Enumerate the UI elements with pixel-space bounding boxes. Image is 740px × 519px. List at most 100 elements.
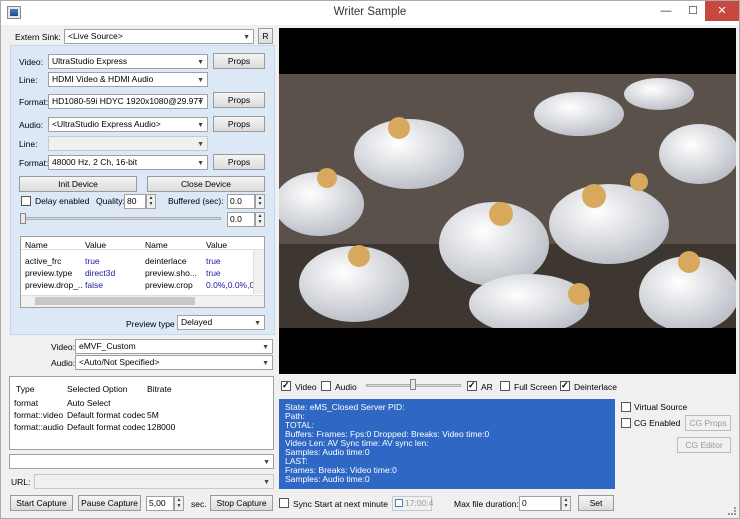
full-screen-label: Full Screen (514, 382, 557, 392)
minimize-button[interactable]: — (653, 1, 679, 21)
table-row[interactable]: preview.crop (145, 280, 203, 290)
extern-sink-value: <Live Source> (68, 31, 123, 41)
extern-sink-combo[interactable]: <Live Source> ▼ (64, 29, 254, 44)
refresh-sink-button[interactable]: R (258, 28, 273, 44)
video-checkbox[interactable] (281, 380, 291, 391)
encoder-audio-combo[interactable]: <Auto/Not Specified> ▼ (75, 355, 273, 370)
audio-checkbox[interactable] (321, 381, 331, 391)
format-combo[interactable]: HD1080-59i HDYC 1920x1080@29.97T ▼ (48, 94, 208, 109)
quality-spinner[interactable]: ▲ ▼ (146, 194, 156, 209)
table-row[interactable]: preview.sho... (145, 268, 203, 278)
preview-type-value: Delayed (181, 317, 213, 327)
title-bar: Writer Sample — ☐ ✕ (1, 1, 739, 25)
grid-header: Name (25, 240, 48, 250)
chevron-down-icon: ▼ (254, 320, 261, 327)
url-combo[interactable]: ▼ (34, 474, 274, 489)
table-row[interactable]: true (206, 268, 254, 278)
table-row[interactable]: true (85, 256, 143, 266)
audio-line-combo[interactable]: ▼ (48, 136, 208, 151)
vertical-scrollbar[interactable] (253, 250, 264, 294)
ar-checkbox[interactable] (467, 380, 477, 391)
table-row[interactable]: 0.0%,0.0%,0... (206, 280, 254, 290)
resize-grip[interactable] (728, 507, 736, 515)
chevron-down-icon: ▼ (263, 479, 270, 486)
chevron-down-icon: ▼ (197, 160, 204, 167)
table-row[interactable]: preview.drop_... (25, 280, 83, 290)
sync-start-label: Sync Start at next minute (293, 499, 388, 509)
options-grid: Type Selected Option Bitrate format Auto… (9, 376, 274, 450)
video-preview[interactable] (279, 28, 736, 374)
close-device-button[interactable]: Close Device (147, 176, 265, 192)
table-row[interactable]: direct3d (85, 268, 143, 278)
audio-props-button[interactable]: Props (213, 116, 265, 132)
table-row[interactable]: true (206, 256, 254, 266)
table-row[interactable]: Default format codec (67, 422, 145, 432)
pause-capture-button[interactable]: Pause Capture (78, 495, 141, 511)
init-device-button[interactable]: Init Device (19, 176, 137, 192)
duration-spinner[interactable]: ▲ ▼ (174, 496, 184, 511)
max-duration-spinner[interactable]: ▲ ▼ (561, 496, 571, 511)
line-combo[interactable]: HDMI Video & HDMI Audio ▼ (48, 72, 208, 87)
table-row[interactable]: active_frc (25, 256, 83, 266)
table-row[interactable]: Auto Select (67, 398, 110, 408)
quality-input[interactable]: 80 (124, 194, 146, 209)
table-row[interactable]: 128000 (147, 422, 175, 432)
status-line: Path: (285, 411, 305, 421)
cg-props-button[interactable]: CG Props (685, 415, 731, 431)
sync-start-checkbox[interactable] (279, 498, 289, 508)
scrollbar-thumb[interactable] (35, 297, 195, 305)
video-device-combo[interactable]: UltraStudio Express ▼ (48, 54, 208, 69)
buffered-spinner[interactable]: ▲ ▼ (255, 194, 265, 209)
encoder-video-combo[interactable]: eMVF_Custom ▼ (75, 339, 273, 354)
table-row[interactable]: Default format codec (67, 410, 145, 420)
start-capture-button[interactable]: Start Capture (10, 495, 73, 511)
close-window-button[interactable]: ✕ (705, 1, 739, 21)
cg-enabled-checkbox[interactable] (621, 418, 631, 428)
video-device-value: UltraStudio Express (52, 56, 128, 66)
cg-editor-button[interactable]: CG Editor (677, 437, 731, 453)
chevron-down-icon: ▼ (197, 99, 204, 106)
url-label: URL: (11, 477, 31, 487)
delay-slider-value[interactable]: 0.0 (227, 212, 255, 227)
maximize-button[interactable]: ☐ (680, 1, 706, 21)
video-props-button[interactable]: Props (213, 53, 265, 69)
extern-sink-label: Extern Sink: (15, 32, 61, 42)
output-combo[interactable]: ▼ (9, 454, 274, 469)
duration-input[interactable]: 5,00 (146, 496, 174, 511)
preview-type-combo[interactable]: Delayed ▼ (177, 315, 265, 330)
status-line: Samples: Audio time:0 (285, 474, 370, 484)
stop-capture-button[interactable]: Stop Capture (210, 495, 273, 511)
delay-enabled-checkbox[interactable] (21, 196, 31, 206)
audio-format-props-button[interactable]: Props (213, 154, 265, 170)
table-row[interactable]: format::audio (14, 422, 64, 432)
audio-device-combo[interactable]: <UltraStudio Express Audio> ▼ (48, 117, 208, 132)
table-row[interactable]: deinterlace (145, 256, 203, 266)
buffered-input[interactable]: 0.0 (227, 194, 255, 209)
set-button[interactable]: Set (578, 495, 614, 511)
delay-slider-spinner[interactable]: ▲ ▼ (255, 212, 265, 227)
max-duration-input[interactable]: 0 (519, 496, 561, 511)
audio-format-label: Format: (19, 158, 49, 168)
delay-enabled-label: Delay enabled (35, 196, 90, 206)
volume-slider-thumb[interactable] (410, 379, 416, 390)
delay-slider-track[interactable] (21, 217, 221, 220)
audio-device-value: <UltraStudio Express Audio> (52, 119, 161, 129)
delay-slider-thumb[interactable] (20, 213, 26, 224)
deinterlace-checkbox[interactable] (560, 380, 570, 391)
chevron-down-icon: ▼ (197, 77, 204, 84)
preview-type-label: Preview type (126, 319, 175, 329)
table-row[interactable]: format::video (14, 410, 63, 420)
table-row[interactable]: preview.type (25, 268, 83, 278)
grid-header: Selected Option (67, 384, 128, 394)
grid-header: Name (145, 240, 168, 250)
video-frame (279, 74, 736, 328)
table-row[interactable]: 5M (147, 410, 159, 420)
audio-format-combo[interactable]: 48000 Hz, 2 Ch, 16-bit ▼ (48, 155, 208, 170)
table-row[interactable]: format (14, 398, 38, 408)
format-props-button[interactable]: Props (213, 92, 265, 108)
encoder-audio-value: <Auto/Not Specified> (79, 357, 160, 367)
virtual-source-checkbox[interactable] (621, 402, 631, 412)
full-screen-checkbox[interactable] (500, 381, 510, 391)
start-time-input[interactable]: 17:00:4 (392, 496, 433, 511)
table-row[interactable]: false (85, 280, 143, 290)
